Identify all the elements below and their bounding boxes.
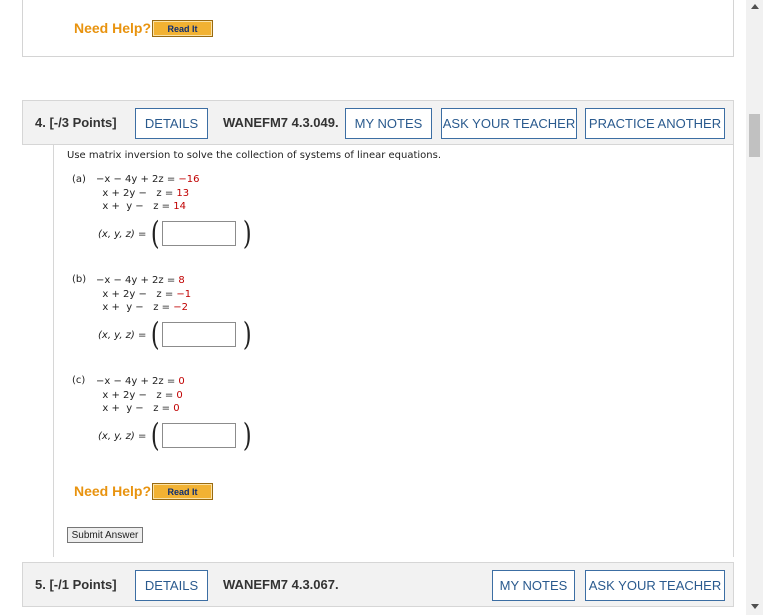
details-button[interactable]: DETAILS — [135, 108, 208, 139]
part-c-equation-1: −x − 4y + 2z = 0 — [96, 376, 185, 387]
part-c-answer-input[interactable] — [162, 423, 236, 448]
part-a-equation-3: x + y − z = 14 — [96, 201, 186, 212]
part-c-answer-label: (x, y, z) = — [98, 431, 147, 442]
need-help-label: Need Help? — [74, 20, 152, 36]
read-it-button[interactable]: Read It — [152, 483, 213, 500]
question-5-code: WANEFM7 4.3.067. — [223, 577, 339, 592]
part-a-right-paren: ) — [242, 214, 252, 252]
read-it-button[interactable]: Read It — [152, 20, 213, 37]
submit-answer-button[interactable]: Submit Answer — [67, 527, 143, 543]
part-a-equation-1: −x − 4y + 2z = −16 — [96, 174, 200, 185]
part-c-right-paren: ) — [242, 416, 252, 454]
part-c-equation-3: x + y − z = 0 — [96, 403, 180, 414]
part-c-equation-2: x + 2y − z = 0 — [96, 389, 183, 401]
part-c-label: (c) — [72, 375, 86, 386]
part-a-equation-2: x + 2y − z = 13 — [96, 187, 190, 199]
ask-teacher-button[interactable]: ASK YOUR TEACHER — [441, 108, 577, 139]
part-a-answer-label: (x, y, z) = — [98, 229, 147, 240]
question-4-code: WANEFM7 4.3.049. — [223, 115, 339, 130]
part-b-answer-input[interactable] — [162, 322, 236, 347]
practice-another-button[interactable]: PRACTICE ANOTHER — [585, 108, 725, 139]
question-prompt: Use matrix inversion to solve the collec… — [67, 150, 442, 161]
page-content: Need Help? Read It 4. [-/3 Points] DETAI… — [0, 0, 745, 615]
question-5-header: 5. [-/1 Points] DETAILS WANEFM7 4.3.067.… — [22, 562, 734, 607]
question-4-header: 4. [-/3 Points] DETAILS WANEFM7 4.3.049.… — [22, 100, 734, 145]
part-b-right-paren: ) — [242, 315, 252, 353]
question-4-label: 4. [-/3 Points] — [35, 115, 117, 130]
details-button[interactable]: DETAILS — [135, 570, 208, 601]
part-a-label: (a) — [72, 174, 86, 185]
scroll-up-arrow-icon[interactable] — [751, 4, 759, 9]
scroll-thumb[interactable] — [749, 114, 760, 157]
question-5-label: 5. [-/1 Points] — [35, 577, 117, 592]
part-b-equation-3: x + y − z = −2 — [96, 302, 188, 313]
ask-teacher-button[interactable]: ASK YOUR TEACHER — [585, 570, 725, 601]
part-b-answer-label: (x, y, z) = — [98, 330, 147, 341]
scroll-down-arrow-icon[interactable] — [751, 604, 759, 609]
part-b-equation-2: x + 2y − z = −1 — [96, 288, 192, 300]
part-c-left-paren: ( — [150, 416, 160, 454]
need-help-label: Need Help? — [74, 483, 152, 499]
part-b-equation-1: −x − 4y + 2z = 8 — [96, 275, 185, 286]
vertical-scrollbar[interactable] — [746, 0, 763, 615]
my-notes-button[interactable]: MY NOTES — [492, 570, 575, 601]
my-notes-button[interactable]: MY NOTES — [345, 108, 432, 139]
part-a-left-paren: ( — [150, 214, 160, 252]
part-a-answer-input[interactable] — [162, 221, 236, 246]
part-b-label: (b) — [72, 274, 87, 285]
part-b-left-paren: ( — [150, 315, 160, 353]
